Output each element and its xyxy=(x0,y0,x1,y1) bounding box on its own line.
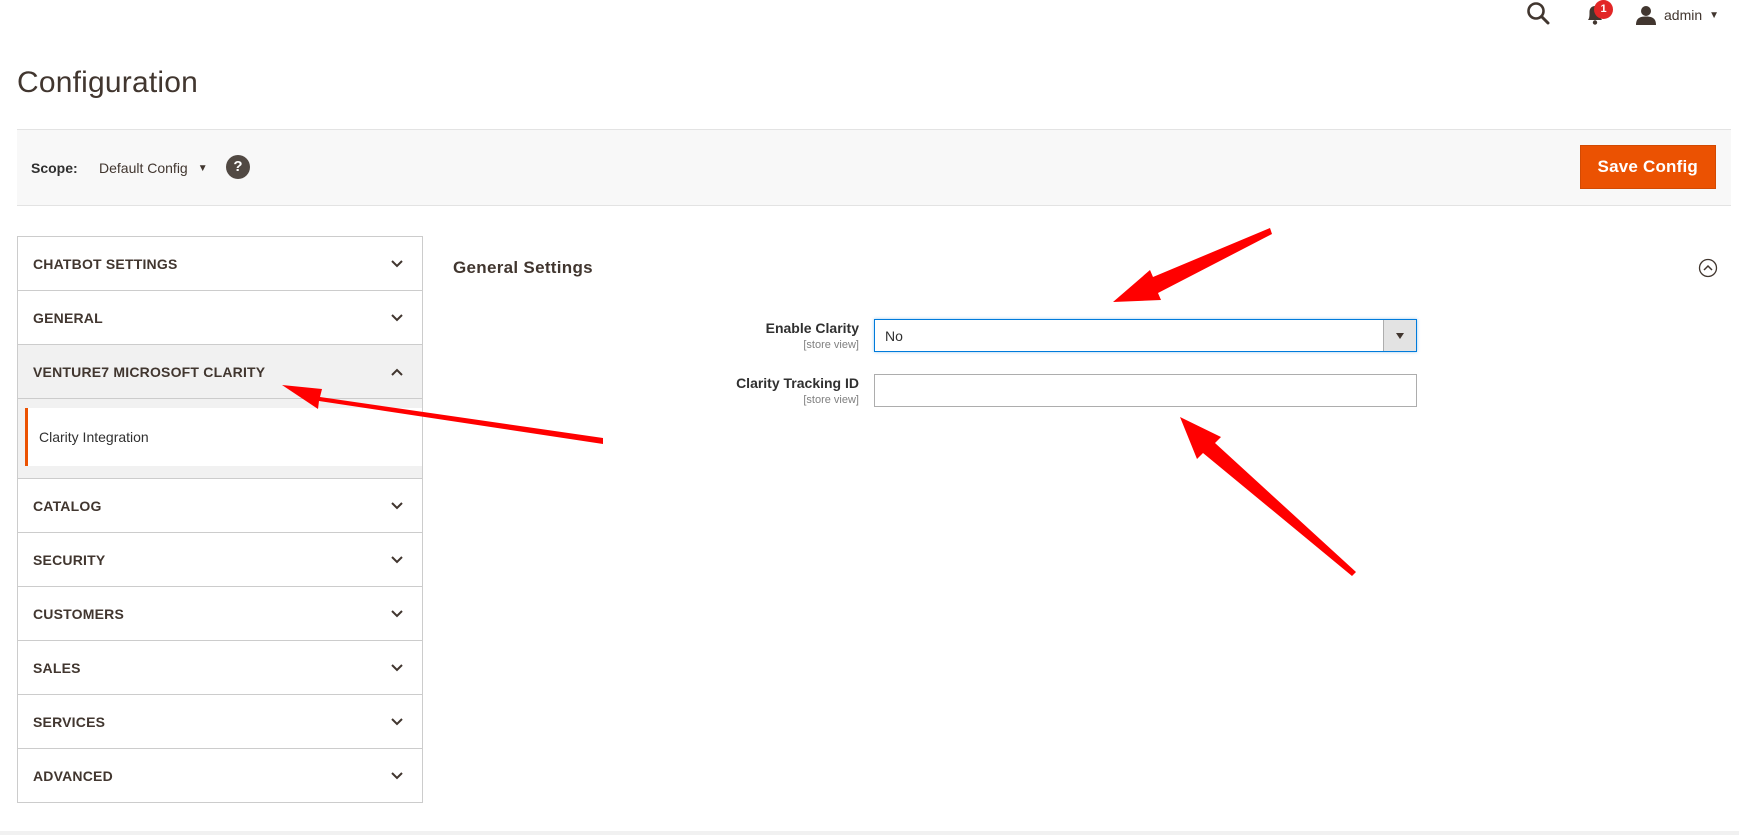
sidebar-tab-label: VENTURE7 MICROSOFT CLARITY xyxy=(33,364,266,380)
sidebar-tab-label: ADVANCED xyxy=(33,768,113,784)
scope-switcher[interactable]: Default Config ▼ xyxy=(99,160,208,176)
sidebar-tab-security[interactable]: SECURITY xyxy=(18,533,422,587)
sidebar-tab-label: GENERAL xyxy=(33,310,103,326)
sidebar-tab-label: CUSTOMERS xyxy=(33,606,124,622)
chevron-down-icon xyxy=(391,314,403,322)
chevron-up-icon xyxy=(391,368,403,376)
sidebar-tab-label: SECURITY xyxy=(33,552,106,568)
user-icon xyxy=(1636,6,1656,25)
enable-clarity-select[interactable]: No xyxy=(874,319,1417,352)
scope-value: Default Config xyxy=(99,160,188,176)
scope-bar: Scope: Default Config ▼ ? Save Config xyxy=(17,129,1731,206)
clarity-tracking-id-input[interactable] xyxy=(874,374,1417,407)
sidebar-tab-chatbot-settings[interactable]: CHATBOT SETTINGS xyxy=(18,237,422,291)
clarity-tracking-id-label: Clarity Tracking ID xyxy=(736,375,859,391)
sidebar-tab-venture7-microsoft-clarity[interactable]: VENTURE7 MICROSOFT CLARITY xyxy=(18,345,422,399)
user-name: admin xyxy=(1664,7,1703,23)
chevron-down-icon: ▼ xyxy=(1709,9,1720,21)
chevron-down-icon xyxy=(391,556,403,564)
chevron-down-icon xyxy=(391,502,403,510)
chevron-down-icon xyxy=(391,718,403,726)
annotation-arrow-3 xyxy=(1180,417,1356,576)
collapse-circle-icon[interactable] xyxy=(1698,258,1718,278)
sidebar-item-clarity-integration[interactable]: Clarity Integration xyxy=(25,408,422,466)
sidebar-tab-label: SALES xyxy=(33,660,81,676)
enable-clarity-scope: [store view] xyxy=(803,339,859,351)
scope-label: Scope: xyxy=(31,160,78,176)
search-icon[interactable] xyxy=(1526,0,1550,28)
chevron-down-icon xyxy=(391,260,403,268)
page-title: Configuration xyxy=(17,66,199,99)
sidebar-tab-customers[interactable]: CUSTOMERS xyxy=(18,587,422,641)
dropdown-arrow-icon xyxy=(1383,320,1416,351)
sidebar-tab-services[interactable]: SERVICES xyxy=(18,695,422,749)
user-menu[interactable]: admin ▼ xyxy=(1636,3,1719,27)
config-sidebar: CHATBOT SETTINGS GENERAL VENTURE7 MICROS… xyxy=(17,236,423,803)
enable-clarity-value: No xyxy=(885,328,903,344)
footer-divider xyxy=(0,831,1739,835)
help-icon[interactable]: ? xyxy=(226,155,250,179)
sidebar-tab-label: CHATBOT SETTINGS xyxy=(33,256,178,272)
sidebar-tab-label: CATALOG xyxy=(33,498,102,514)
sidebar-tab-label: SERVICES xyxy=(33,714,106,730)
sidebar-subgroup: Clarity Integration xyxy=(18,399,422,479)
chevron-down-icon xyxy=(391,664,403,672)
save-config-button[interactable]: Save Config xyxy=(1579,145,1716,189)
section-title[interactable]: General Settings xyxy=(453,258,593,278)
sidebar-tab-advanced[interactable]: ADVANCED xyxy=(18,749,422,803)
notification-count-badge: 1 xyxy=(1594,0,1613,19)
chevron-down-icon xyxy=(391,610,403,618)
sidebar-tab-sales[interactable]: SALES xyxy=(18,641,422,695)
sidebar-tab-general[interactable]: GENERAL xyxy=(18,291,422,345)
enable-clarity-label: Enable Clarity xyxy=(765,320,859,336)
sidebar-tab-catalog[interactable]: CATALOG xyxy=(18,479,422,533)
sidebar-item-label: Clarity Integration xyxy=(39,429,149,445)
chevron-down-icon xyxy=(391,772,403,780)
clarity-tracking-id-scope: [store view] xyxy=(803,394,859,406)
caret-down-icon: ▼ xyxy=(197,162,208,174)
annotation-arrow-1 xyxy=(1113,228,1272,302)
